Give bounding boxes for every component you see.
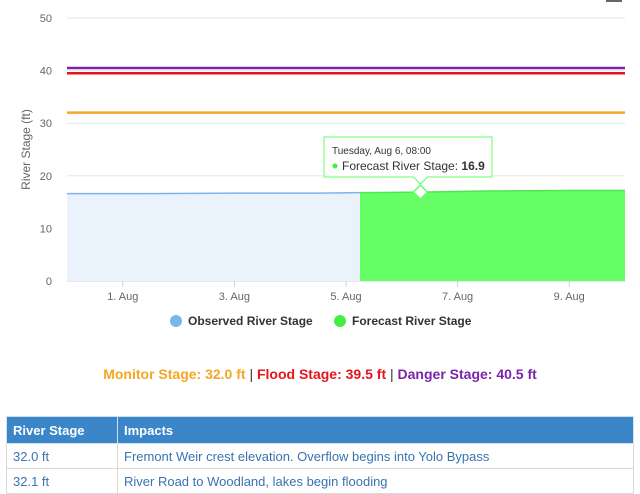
legend-label: Forecast River Stage	[352, 314, 472, 328]
menu-bar	[606, 0, 622, 2]
x-tick-label: 7. Aug	[442, 291, 473, 303]
y-tick-label: 50	[40, 13, 52, 25]
header-impacts: Impacts	[117, 416, 634, 444]
monitor-stage-text: Monitor Stage: 32.0 ft	[103, 366, 246, 382]
y-axis-title: River Stage (ft)	[19, 109, 33, 190]
x-tick-label: 3. Aug	[219, 291, 250, 303]
row-impact: River Road to Woodland, lakes begin floo…	[117, 468, 634, 494]
row-stage: 32.0 ft	[6, 443, 118, 469]
series-area-0	[67, 192, 360, 281]
y-tick-label: 10	[40, 223, 52, 235]
stage-summary: Monitor Stage: 32.0 ft | Flood Stage: 39…	[0, 366, 640, 382]
tooltip-date: Tuesday, Aug 6, 08:00	[332, 146, 431, 157]
header-river-stage: River Stage	[6, 416, 118, 444]
tooltip-layer: Tuesday, Aug 6, 08:00 Forecast River Stag…	[323, 136, 493, 201]
legend-marker	[170, 315, 182, 327]
impacts-table: River Stage Impacts 32.0 ft Fremont Weir…	[6, 416, 634, 494]
separator: |	[390, 366, 394, 382]
y-tick-label: 20	[40, 171, 52, 183]
series-area-1	[359, 190, 625, 281]
tooltip-bullet	[332, 163, 338, 169]
separator: |	[249, 366, 254, 382]
flood-stage-text: Flood Stage: 39.5 ft	[256, 366, 387, 382]
chart-menu-icon[interactable]	[606, 0, 622, 4]
table-row: 32.0 ft Fremont Weir crest elevation. Ov…	[6, 443, 634, 469]
x-tick-label: 5. Aug	[330, 291, 361, 303]
x-tick-label: 1. Aug	[107, 291, 138, 303]
series-line-0	[67, 191, 360, 195]
legend-label: Observed River Stage	[188, 314, 313, 328]
threshold-layer	[67, 66, 625, 114]
x-tick-label: 9. Aug	[554, 291, 585, 303]
y-tick-label: 40	[40, 66, 52, 78]
legend-layer[interactable]: Observed River Stage Forecast River Stage	[170, 314, 472, 328]
row-stage: 32.1 ft	[6, 468, 118, 494]
danger-stage-text: Danger Stage: 40.5 ft	[397, 366, 537, 382]
y-tick-label: 0	[46, 276, 52, 288]
row-impact: Fremont Weir crest elevation. Overflow b…	[117, 443, 634, 469]
area-layer	[67, 189, 625, 281]
river-stage-chart: 0 10 20 30 40 50 River Stage (ft) 1. Aug 3. Aug 5…	[19, 13, 625, 328]
legend-marker	[334, 315, 346, 327]
y-tick-label: 30	[40, 118, 52, 130]
table-header-row: River Stage Impacts	[6, 416, 634, 444]
tooltip-value: 16.9	[461, 159, 485, 173]
tooltip-series: Forecast River Stage: 16.9	[342, 159, 485, 173]
table-row: 32.1 ft River Road to Woodland, lakes be…	[6, 468, 634, 494]
